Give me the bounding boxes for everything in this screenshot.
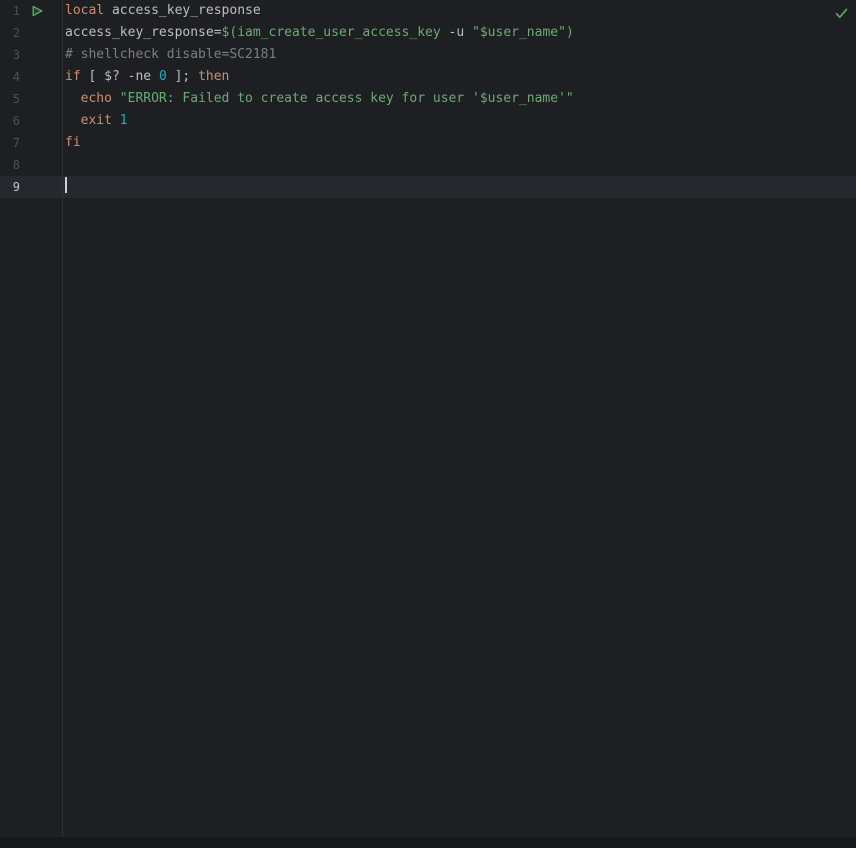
token-keyword: fi [65,135,81,150]
token-keyword: if [65,69,81,84]
token-plain: access_key_response= [65,25,222,40]
token-plain: ]; [167,69,198,84]
token-plain [65,91,81,106]
token-keyword: echo [81,91,112,106]
code-line-5[interactable]: 5 echo "ERROR: Failed to create access k… [0,88,856,110]
inspections-ok-icon[interactable] [833,5,849,21]
code-editor[interactable]: 1 local access_key_response 2 access_key_re… [0,0,856,848]
token-plain [112,113,120,128]
gutter[interactable]: 4 [0,66,62,88]
code-line-7[interactable]: 7 fi [0,132,856,154]
code-line-text[interactable]: exit 1 [62,110,128,132]
token-plain [112,91,120,106]
line-number[interactable]: 7 [0,132,20,154]
token-plain: -u [441,25,472,40]
gutter-separator [62,0,63,837]
token-plain: access_key_response [104,3,261,18]
token-string: "ERROR: Failed to create access key for … [120,91,574,106]
token-keyword: exit [81,113,112,128]
code-line-text[interactable]: if [ $? -ne 0 ]; then [62,66,229,88]
line-number[interactable]: 8 [0,154,20,176]
line-number[interactable]: 4 [0,66,20,88]
code-line-text[interactable]: local access_key_response [62,0,261,22]
line-number[interactable]: 9 [0,176,20,198]
code-line-9[interactable]: 9 [0,176,856,198]
code-line-text[interactable]: fi [62,132,81,154]
gutter[interactable]: 6 [0,110,62,132]
line-number[interactable]: 2 [0,22,20,44]
line-number[interactable]: 5 [0,88,20,110]
gutter-icon-slot [30,70,44,84]
code-line-6[interactable]: 6 exit 1 [0,110,856,132]
token-keyword: then [198,69,229,84]
gutter-icon-slot [30,158,44,172]
code-line-8[interactable]: 8 [0,154,856,176]
code-line-4[interactable]: 4 if [ $? -ne 0 ]; then [0,66,856,88]
token-number: 1 [120,113,128,128]
gutter-icon-slot [30,180,44,194]
gutter-icon-slot [30,114,44,128]
run-gutter-icon[interactable] [30,4,44,18]
token-number: 0 [159,69,167,84]
code-line-text[interactable]: access_key_response=$(iam_create_user_ac… [62,22,574,44]
line-number[interactable]: 1 [0,0,20,22]
gutter[interactable]: 2 [0,22,62,44]
gutter[interactable]: 9 [0,176,62,198]
code-line-3[interactable]: 3 # shellcheck disable=SC2181 [0,44,856,66]
line-number[interactable]: 3 [0,44,20,66]
token-plain: [ $? -ne [81,69,159,84]
gutter[interactable]: 3 [0,44,62,66]
token-plain [65,113,81,128]
code-line-text[interactable]: echo "ERROR: Failed to create access key… [62,88,574,110]
gutter-icon-slot [30,136,44,150]
gutter[interactable]: 7 [0,132,62,154]
gutter-icon-slot [30,26,44,40]
token-string: "$user_name" [472,25,566,40]
gutter-icon-slot [30,48,44,62]
code-lines-container: 1 local access_key_response 2 access_key_re… [0,0,856,198]
gutter-icon-slot [30,92,44,106]
token-keyword: local [65,3,104,18]
text-caret [65,177,67,193]
token-comment: # shellcheck disable=SC2181 [65,47,276,62]
code-line-text[interactable]: # shellcheck disable=SC2181 [62,44,276,66]
code-line-1[interactable]: 1 local access_key_response [0,0,856,22]
gutter[interactable]: 5 [0,88,62,110]
line-number[interactable]: 6 [0,110,20,132]
code-line-2[interactable]: 2 access_key_response=$(iam_create_user_a… [0,22,856,44]
checkmark-icon [835,8,848,19]
token-command: $(iam_create_user_access_key [222,25,441,40]
gutter[interactable]: 1 [0,0,62,22]
token-command: ) [566,25,574,40]
editor-bottom-edge [0,837,856,848]
gutter[interactable]: 8 [0,154,62,176]
